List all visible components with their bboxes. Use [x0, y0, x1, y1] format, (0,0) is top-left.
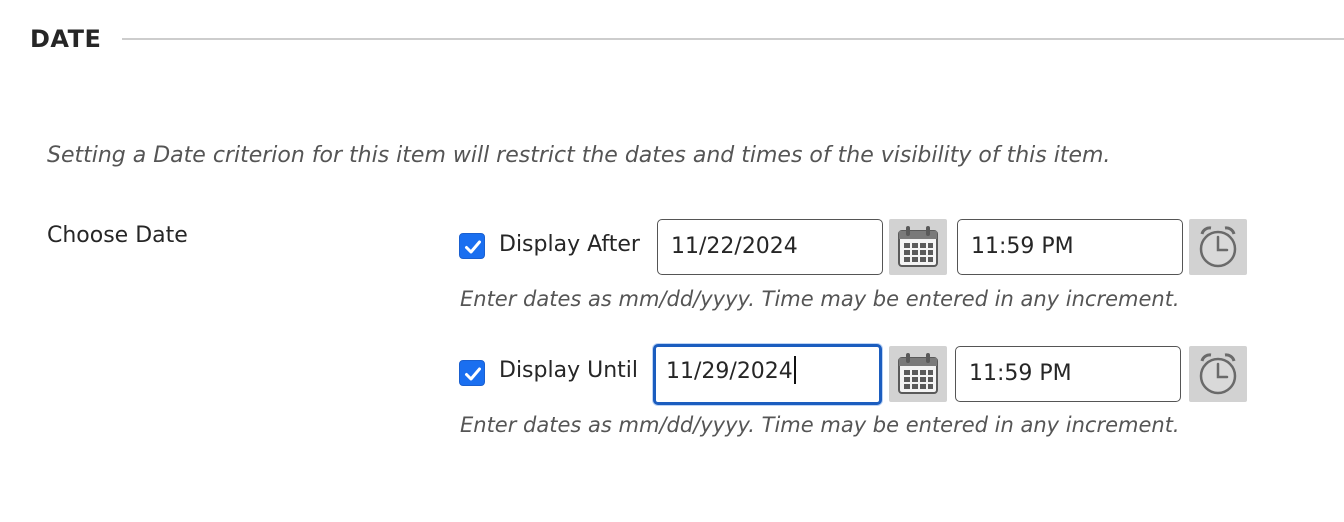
section-title: DATE [30, 25, 102, 53]
display-until-time-value: 11:59 PM [969, 361, 1072, 386]
checkmark-icon [465, 240, 481, 254]
display-after-checkbox[interactable] [459, 233, 485, 259]
display-until-time-input[interactable]: 11:59 PM [955, 346, 1181, 402]
text-caret [793, 356, 796, 384]
display-after-time-input[interactable]: 11:59 PM [957, 219, 1183, 275]
display-after-help-text: Enter dates as mm/dd/yyyy. Time may be e… [460, 287, 1180, 311]
display-after-date-input[interactable]: 11/22/2024 [657, 219, 883, 275]
clock-icon [1199, 226, 1237, 268]
display-until-checkbox[interactable] [459, 360, 485, 386]
calendar-icon [898, 226, 938, 267]
display-until-calendar-button[interactable] [889, 346, 947, 402]
calendar-icon [898, 353, 938, 394]
display-until-label: Display Until [499, 358, 638, 383]
choose-date-label: Choose Date [47, 223, 188, 248]
display-until-date-value: 11/29/2024 [666, 359, 793, 384]
display-after-date-value: 11/22/2024 [671, 234, 798, 259]
display-until-date-input[interactable]: 11/29/2024 [653, 344, 882, 405]
display-after-label: Display After [499, 232, 640, 257]
display-after-clock-button[interactable] [1189, 219, 1247, 275]
display-until-clock-button[interactable] [1189, 346, 1247, 402]
section-header: DATE [30, 22, 1344, 56]
display-after-time-value: 11:59 PM [971, 234, 1074, 259]
instructions-text: Setting a Date criterion for this item w… [47, 143, 1111, 168]
display-until-help-text: Enter dates as mm/dd/yyyy. Time may be e… [460, 413, 1180, 437]
section-divider [122, 38, 1344, 40]
checkmark-icon [465, 367, 481, 381]
display-after-calendar-button[interactable] [889, 219, 947, 275]
clock-icon [1199, 353, 1237, 395]
